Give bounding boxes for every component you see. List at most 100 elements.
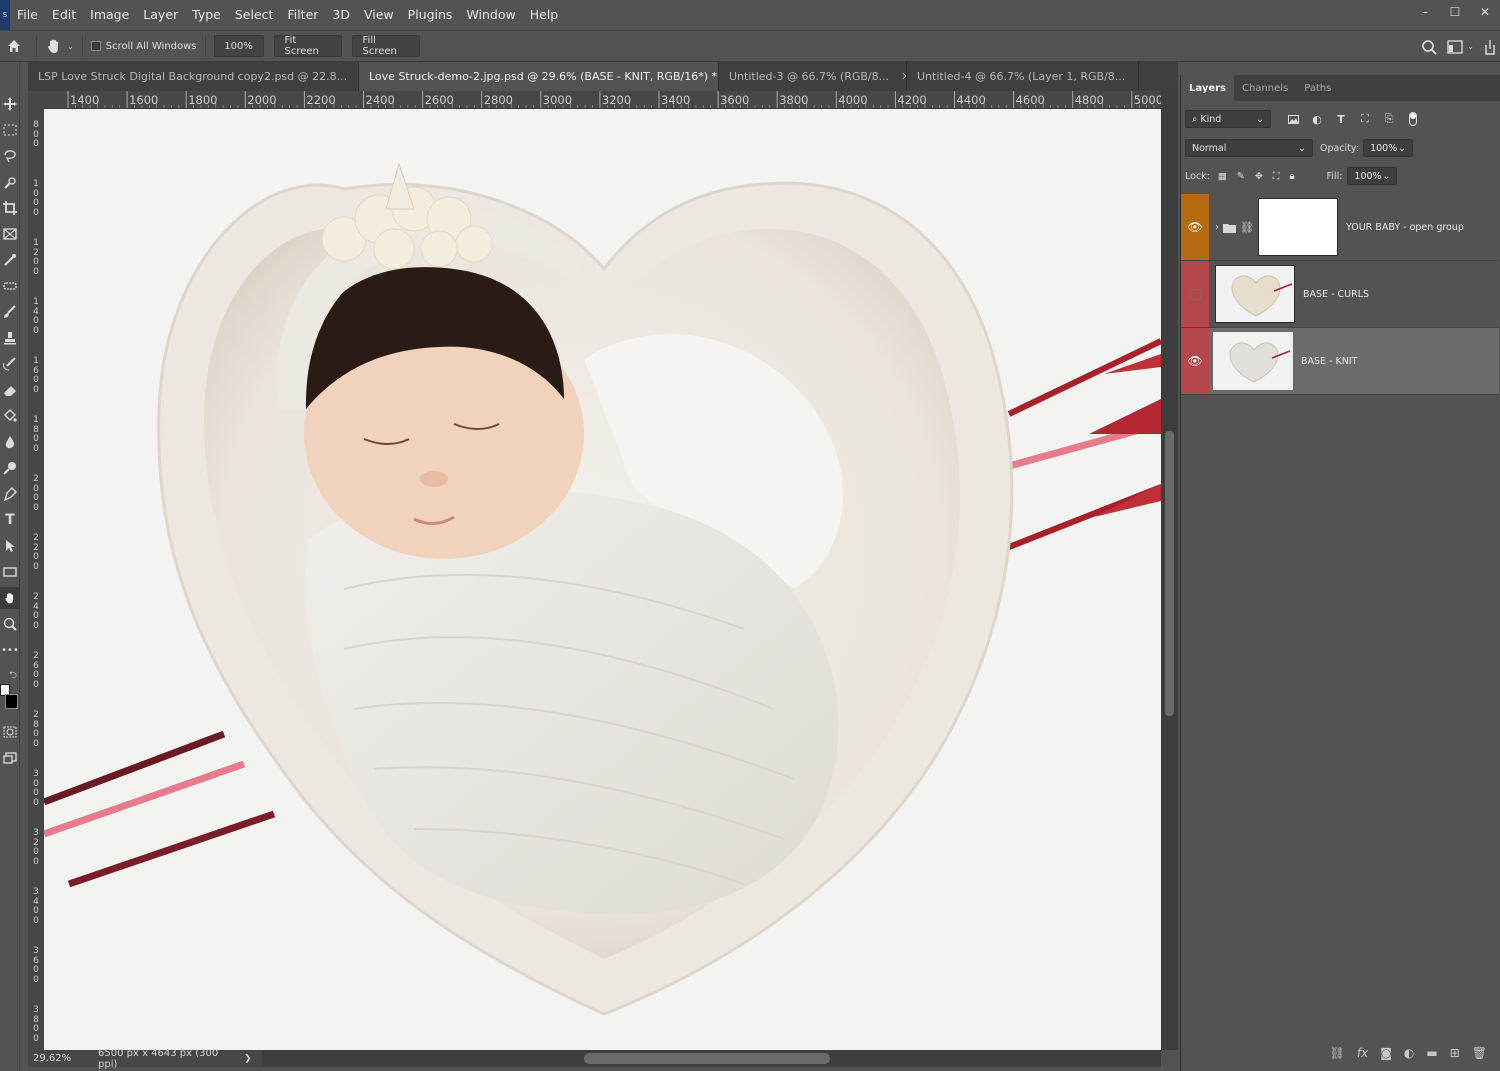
menu-edit[interactable]: Edit <box>45 0 83 30</box>
layer-visibility-toggle[interactable]: 👁︎ <box>1181 328 1209 394</box>
zoom-tool[interactable] <box>0 613 20 635</box>
dodge-tool[interactable] <box>0 457 20 479</box>
opacity-field[interactable]: 100% ⌄ <box>1363 139 1414 157</box>
clone-stamp-tool[interactable] <box>0 327 20 349</box>
close-button[interactable]: ✕ <box>1470 0 1500 24</box>
menu-layer[interactable]: Layer <box>136 0 185 30</box>
scroll-all-windows-checkbox[interactable]: Scroll All Windows <box>90 41 197 52</box>
chevron-right-icon[interactable]: › <box>1215 222 1219 233</box>
fx-icon[interactable]: fx <box>1357 1046 1368 1060</box>
new-layer-icon[interactable]: ⊞ <box>1450 1046 1460 1060</box>
close-icon[interactable]: ✕ <box>1137 70 1138 83</box>
link-layers-icon[interactable]: ⛓︎ <box>1330 1046 1345 1060</box>
move-tool[interactable] <box>0 93 20 115</box>
minimize-button[interactable]: – <box>1410 0 1440 24</box>
quick-select-tool[interactable] <box>0 172 20 194</box>
filter-smart-object-icon[interactable]: ⎘ <box>1377 110 1401 128</box>
trash-icon[interactable]: 🗑︎ <box>1472 1046 1487 1060</box>
lasso-tool[interactable] <box>0 145 20 167</box>
layer-name[interactable]: YOUR BABY - open group <box>1346 222 1464 233</box>
menu-plugins[interactable]: Plugins <box>401 0 460 30</box>
status-menu-arrow-icon[interactable]: ❯ <box>238 1054 252 1064</box>
menu-type[interactable]: Type <box>185 0 228 30</box>
add-mask-icon[interactable]: ◙ <box>1380 1046 1392 1060</box>
layer-visibility-toggle[interactable]: 👁︎ <box>1181 194 1209 260</box>
rectangle-tool[interactable] <box>0 561 20 583</box>
filter-pixel-icon[interactable] <box>1281 110 1305 128</box>
filter-adjustment-icon[interactable]: ◐ <box>1305 110 1329 128</box>
menu-file[interactable]: File <box>10 0 45 30</box>
healing-brush-tool[interactable] <box>0 275 20 297</box>
fill-field[interactable]: 100% ⌄ <box>1347 167 1398 185</box>
adjustment-layer-icon[interactable]: ◐ <box>1404 1046 1414 1060</box>
zoom-level[interactable]: 29.62% <box>28 1053 88 1064</box>
menu-3d[interactable]: 3D <box>325 0 357 30</box>
menu-select[interactable]: Select <box>228 0 281 30</box>
marquee-tool[interactable] <box>0 119 20 141</box>
type-tool[interactable]: T <box>0 509 20 531</box>
menu-window[interactable]: Window <box>459 0 522 30</box>
brush-tool[interactable] <box>0 301 20 323</box>
more-tools-button[interactable]: ••• <box>0 639 20 661</box>
maximize-button[interactable]: ☐ <box>1440 0 1470 24</box>
link-icon[interactable]: ⛓︎ <box>1240 221 1254 234</box>
checkbox-box[interactable] <box>90 41 101 51</box>
quick-mask-button[interactable] <box>0 721 20 743</box>
eraser-tool[interactable] <box>0 379 20 401</box>
document-tab[interactable]: Untitled-4 @ 66.7% (Layer 1, RGB/8... ✕ <box>907 62 1139 91</box>
document-canvas[interactable] <box>44 109 1161 1050</box>
document-tab-active[interactable]: Love Struck-demo-2.jpg.psd @ 29.6% (BASE… <box>359 62 719 91</box>
lock-pixels-icon[interactable]: ✎ <box>1237 171 1245 182</box>
paint-bucket-tool[interactable] <box>0 405 20 427</box>
lock-artboard-icon[interactable]: ⛶ <box>1273 171 1280 182</box>
share-icon[interactable] <box>1484 39 1496 55</box>
horizontal-scrollbar[interactable] <box>262 1050 1161 1067</box>
visibility-off-box[interactable] <box>1189 288 1201 300</box>
hand-tool-preset[interactable]: ⌄ <box>45 37 74 55</box>
search-icon[interactable] <box>1421 39 1437 55</box>
eye-icon[interactable]: 👁︎ <box>1187 220 1202 234</box>
background-color-swatch[interactable] <box>5 694 18 709</box>
frame-tool[interactable] <box>0 223 20 245</box>
document-tab[interactable]: LSP Love Struck Digital Background copy2… <box>28 62 359 91</box>
layer-row-selected[interactable]: 👁︎ BASE - KNIT <box>1181 328 1499 395</box>
layer-mask-thumbnail[interactable] <box>1257 198 1338 256</box>
lock-all-icon[interactable]: 🔒︎ <box>1289 171 1294 182</box>
vertical-scroll-thumb[interactable] <box>1165 431 1174 716</box>
eye-icon[interactable]: 👁︎ <box>1187 354 1202 368</box>
menu-help[interactable]: Help <box>523 0 566 30</box>
blur-tool[interactable] <box>0 431 20 453</box>
swap-colors-icon[interactable]: ⮌ <box>9 668 17 685</box>
lock-position-icon[interactable]: ✥ <box>1255 171 1263 182</box>
path-selection-tool[interactable] <box>0 535 20 557</box>
filter-shape-icon[interactable]: ⛶ <box>1353 110 1377 128</box>
eyedropper-tool[interactable] <box>0 249 20 271</box>
screen-mode-button[interactable] <box>0 747 20 769</box>
pen-tool[interactable] <box>0 483 20 505</box>
lock-transparent-icon[interactable]: ▦ <box>1218 171 1227 182</box>
crop-tool[interactable] <box>0 197 20 219</box>
fill-screen-button[interactable]: Fill Screen <box>351 35 420 57</box>
ruler-corner[interactable] <box>28 91 44 109</box>
layer-row[interactable]: BASE - CURLS <box>1181 261 1499 328</box>
horizontal-scroll-thumb[interactable] <box>584 1053 830 1064</box>
fit-screen-button[interactable]: Fit Screen <box>273 35 342 57</box>
menu-view[interactable]: View <box>357 0 401 30</box>
layer-visibility-toggle[interactable] <box>1181 261 1209 327</box>
menu-image[interactable]: Image <box>83 0 136 30</box>
hand-tool[interactable] <box>0 587 20 609</box>
filter-toggle-icon[interactable] <box>1401 110 1425 128</box>
tab-paths[interactable]: Paths <box>1296 75 1339 101</box>
layer-name[interactable]: BASE - CURLS <box>1303 289 1369 300</box>
workspace-switcher[interactable]: ⌄ <box>1447 39 1474 54</box>
vertical-ruler[interactable]: 800 1000 1200 1400 1600 1800 2000 2200 2400 2600 2… <box>28 109 44 1050</box>
vertical-scrollbar[interactable] <box>1161 91 1178 1050</box>
blend-mode-dropdown[interactable]: Normal ⌄ <box>1185 139 1313 157</box>
layer-name[interactable]: BASE - KNIT <box>1301 356 1357 367</box>
home-button[interactable] <box>0 38 28 54</box>
tab-layers[interactable]: Layers <box>1181 75 1234 101</box>
filter-type-icon[interactable]: T <box>1329 110 1353 128</box>
document-tab[interactable]: Untitled-3 @ 66.7% (RGB/8... ✕ <box>719 62 907 91</box>
history-brush-tool[interactable] <box>0 353 20 375</box>
horizontal-ruler[interactable]: 1400 1600 1800 2000 2200 2400 2600 2800 3000 3200… <box>44 91 1161 109</box>
